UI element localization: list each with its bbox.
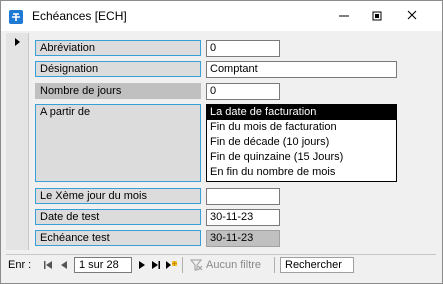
a-partir-de-label: A partir de xyxy=(35,104,201,182)
last-record-icon xyxy=(152,261,160,269)
abreviation-label: Abréviation xyxy=(35,40,201,56)
date-test-field[interactable]: 30-11-23 xyxy=(206,209,280,226)
first-record-button[interactable] xyxy=(41,258,55,272)
current-record-arrow-icon xyxy=(15,38,20,46)
filter-status-button[interactable]: Aucun filtre xyxy=(206,259,261,271)
next-record-button[interactable] xyxy=(135,258,149,272)
no-filter-icon xyxy=(189,258,203,272)
window-title: Echéances [ECH] xyxy=(32,9,127,23)
new-record-icon xyxy=(166,261,177,269)
date-test-label: Date de test xyxy=(35,209,201,225)
a-partir-de-listbox[interactable]: La date de facturation Fin du mois de fa… xyxy=(206,104,397,182)
xeme-jour-field[interactable] xyxy=(206,188,280,205)
new-record-button[interactable] xyxy=(164,258,178,272)
previous-record-icon xyxy=(61,261,67,269)
app-icon xyxy=(9,10,23,24)
record-navigation-bar: Enr : 1 sur 28 Aucun filtre Rechercher xyxy=(6,254,436,275)
xeme-jour-label: Le Xème jour du mois xyxy=(35,188,201,204)
list-option[interactable]: La date de facturation xyxy=(207,105,396,120)
search-field[interactable]: Rechercher xyxy=(280,257,354,273)
separator xyxy=(182,257,183,273)
close-button[interactable] xyxy=(398,7,426,25)
echeance-test-label: Echéance test xyxy=(35,230,201,246)
record-selector[interactable] xyxy=(6,33,29,250)
nombre-jours-label: Nombre de jours xyxy=(35,83,201,99)
record-label: Enr : xyxy=(8,259,32,271)
designation-field[interactable]: Comptant xyxy=(206,61,397,78)
minimize-button[interactable] xyxy=(330,7,358,25)
close-icon xyxy=(407,10,417,20)
list-option[interactable]: Fin de décade (10 jours) xyxy=(207,135,396,150)
list-option[interactable]: Fin du mois de facturation xyxy=(207,120,396,135)
restore-icon xyxy=(372,11,382,21)
first-record-icon xyxy=(44,261,52,269)
title-bar: Echéances [ECH] xyxy=(1,1,442,31)
list-option[interactable]: Fin de quinzaine (15 Jours) xyxy=(207,150,396,165)
abreviation-field[interactable]: 0 xyxy=(206,40,280,57)
echeance-test-field: 30-11-23 xyxy=(206,230,280,247)
last-record-button[interactable] xyxy=(149,258,163,272)
list-option[interactable]: En fin du nombre de mois xyxy=(207,165,396,180)
previous-record-button[interactable] xyxy=(57,258,71,272)
designation-label: Désignation xyxy=(35,61,201,77)
minimize-icon xyxy=(339,15,349,17)
restore-button[interactable] xyxy=(363,7,391,25)
separator xyxy=(274,257,275,273)
next-record-icon xyxy=(139,261,145,269)
nombre-jours-field[interactable]: 0 xyxy=(206,83,280,100)
current-record-field[interactable]: 1 sur 28 xyxy=(74,257,132,273)
